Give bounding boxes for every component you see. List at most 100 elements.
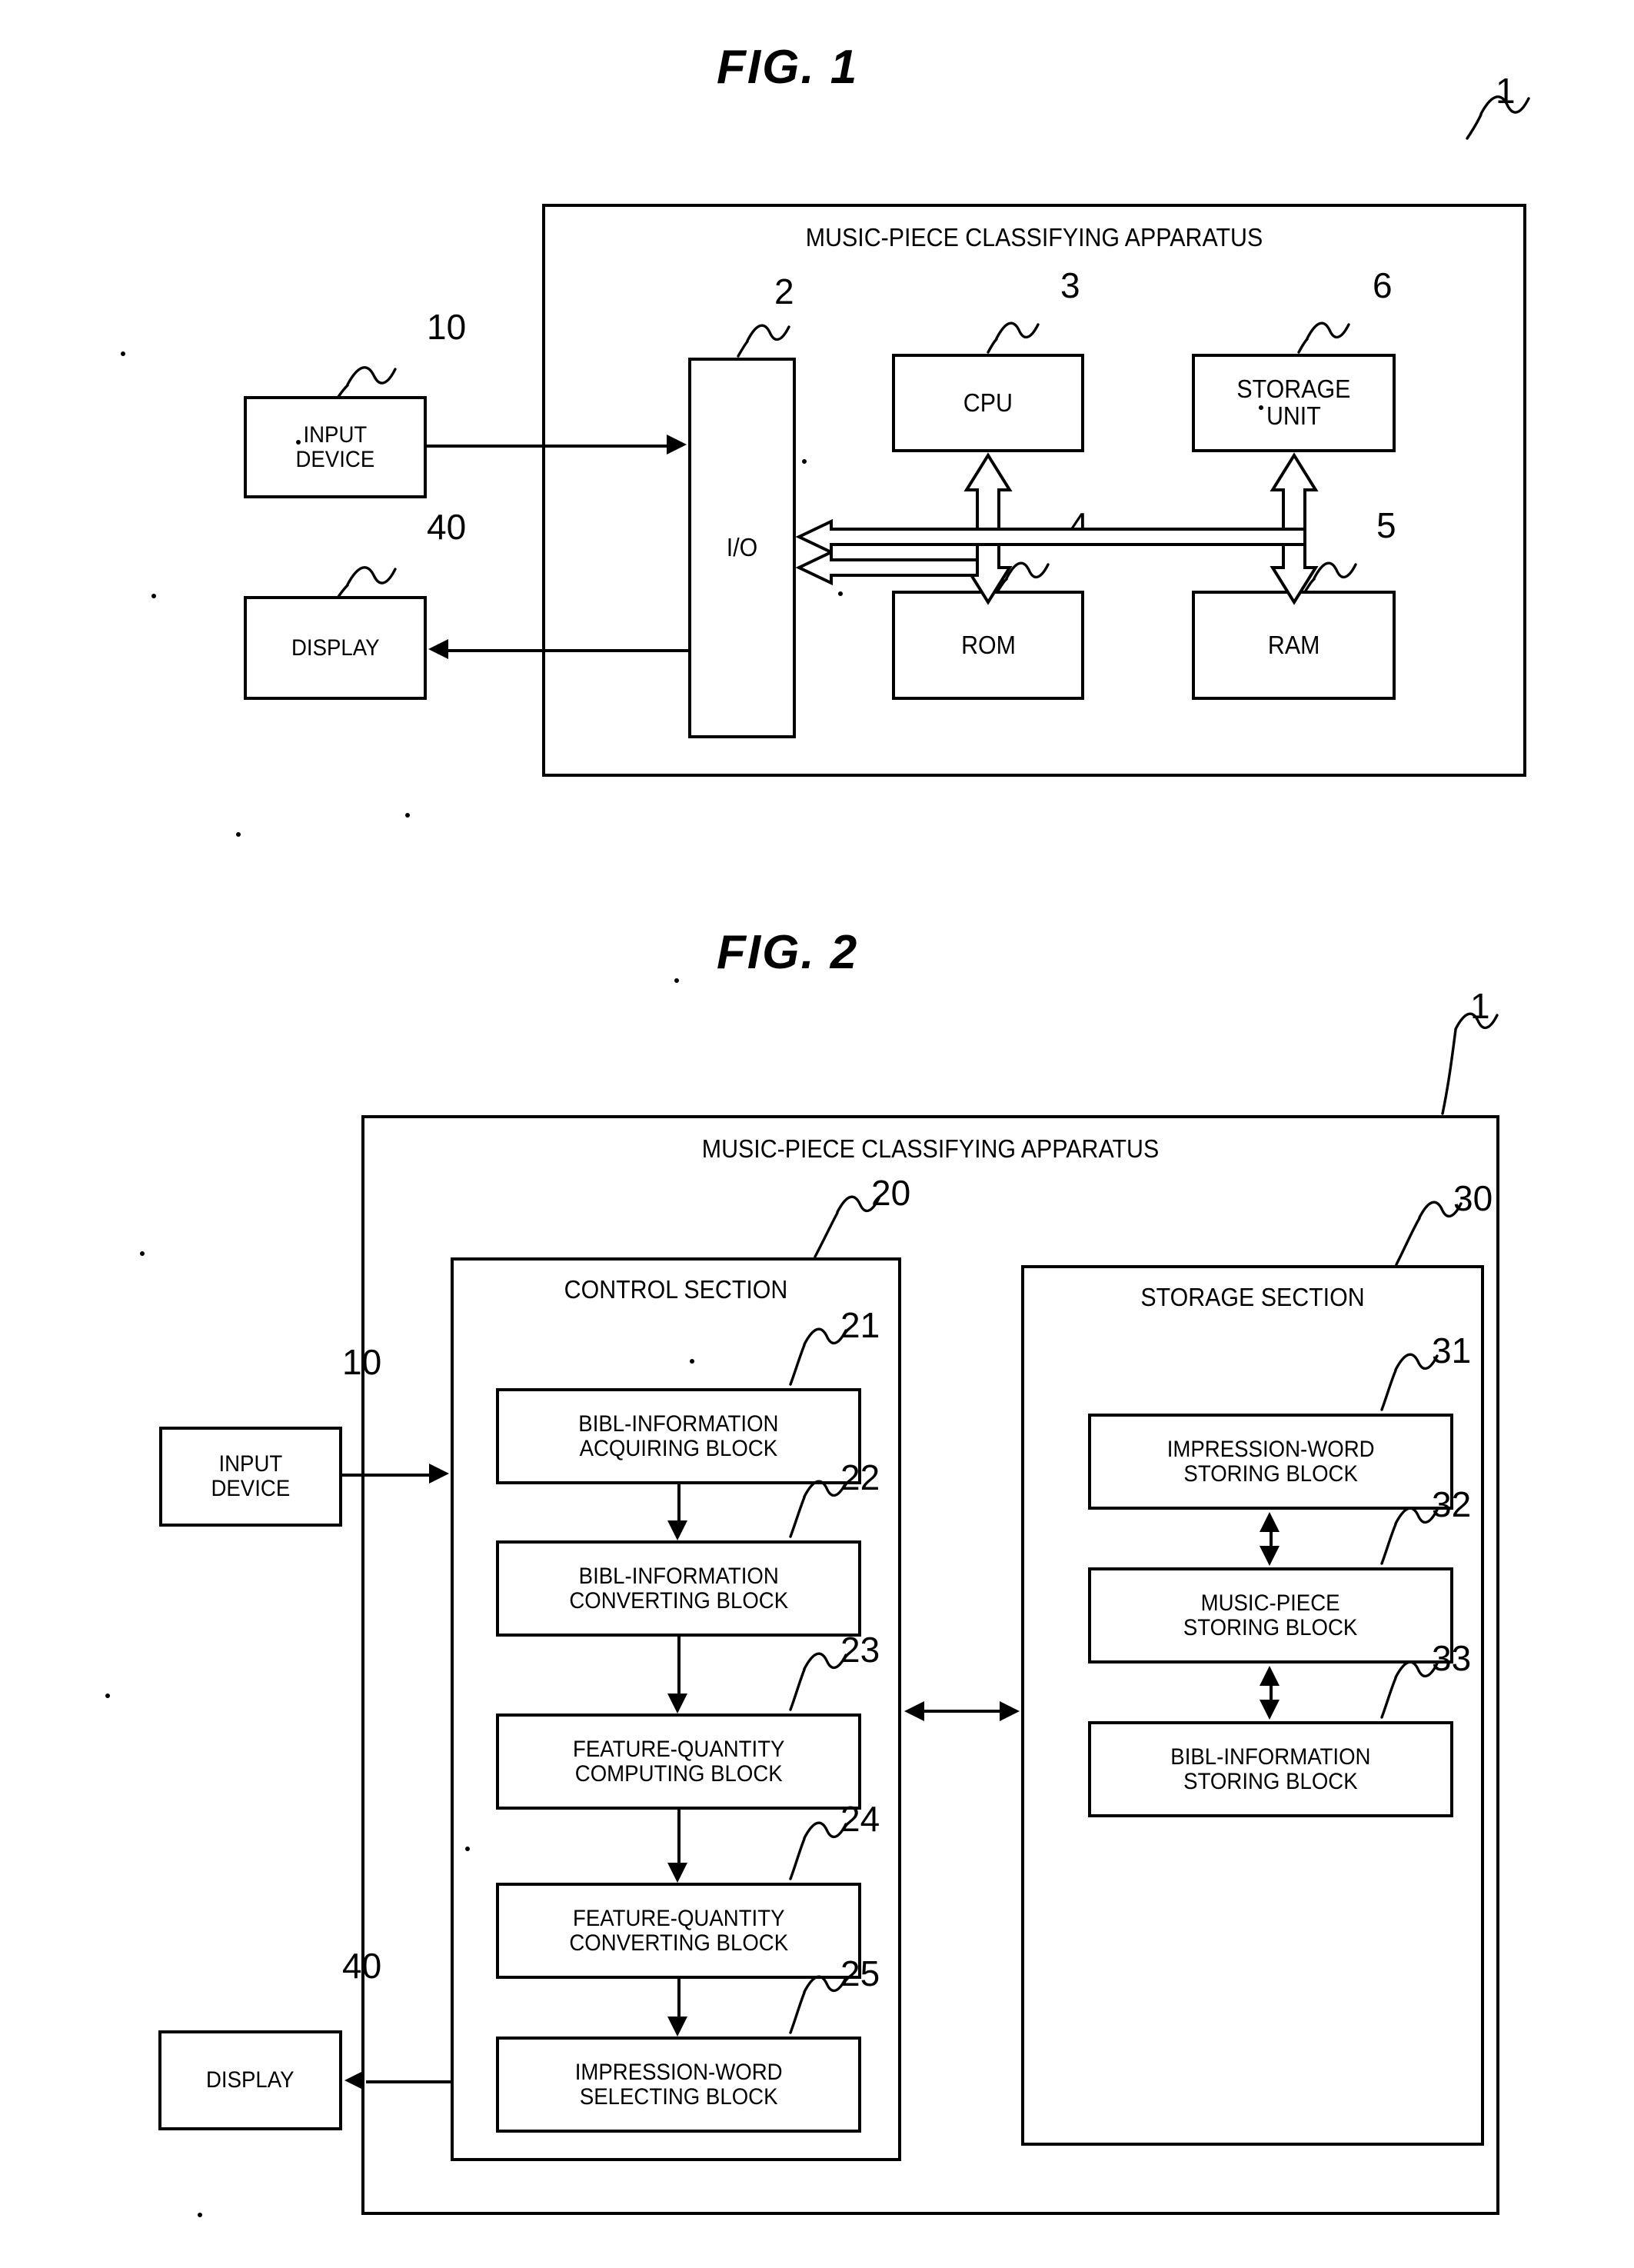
figure-2-section-link-line <box>923 1710 1004 1713</box>
figure-1-display-label: DISPLAY <box>291 634 380 661</box>
figure-1-rom-label: ROM <box>960 630 1016 659</box>
figure-1-io-ref: 2 <box>774 271 794 311</box>
figure-1-ram-label: RAM <box>1267 630 1320 659</box>
figure-2-bidi-arrow-33-down <box>1260 1700 1280 1720</box>
figure-1-rom-box: ROM <box>892 591 1084 700</box>
figure-2-flow-arrow-24-25 <box>667 2017 687 2037</box>
figure-2-block-22-label: BIBL-INFORMATION CONVERTING BLOCK <box>569 1563 788 1614</box>
figure-1-storage-unit-box: STORAGE UNIT <box>1192 354 1396 452</box>
figure-2-block-33-label: BIBL-INFORMATION STORING BLOCK <box>1170 1743 1371 1794</box>
figure-2-block-25: IMPRESSION-WORD SELECTING BLOCK <box>496 2037 861 2133</box>
figure-1-input-to-io-line <box>427 445 667 448</box>
ref-leader-f2-1-tail <box>1441 1028 1457 1115</box>
figure-1-input-to-io-arrow <box>667 435 687 455</box>
figure-2-flow-line-24-25 <box>677 1979 681 2017</box>
figure-1-cpu-ref: 3 <box>1060 265 1080 305</box>
figure-2-control-to-display-arrow <box>344 2070 364 2090</box>
figure-2-block-32-label: MUSIC-PIECE STORING BLOCK <box>1183 1590 1358 1640</box>
figure-2-display-ref: 40 <box>342 1946 382 1986</box>
figure-2-flow-line-23-24 <box>677 1810 681 1863</box>
figure-2-input-device-ref: 10 <box>342 1342 382 1382</box>
figure-2-storage-section-label: STORAGE SECTION <box>1140 1283 1365 1311</box>
figure-2-storage-section-box <box>1021 1265 1484 2146</box>
figure-2-block-32: MUSIC-PIECE STORING BLOCK <box>1088 1567 1453 1664</box>
figure-1-display-ref: 40 <box>427 507 467 547</box>
scan-speck <box>236 832 241 837</box>
figure-2-block-22-ref: 22 <box>840 1457 880 1497</box>
ref-leader-10 <box>346 366 397 386</box>
figure-2-block-24: FEATURE-QUANTITY CONVERTING BLOCK <box>496 1883 861 1979</box>
figure-1-input-device-box: INPUT DEVICE <box>244 396 427 498</box>
figure-2-title: FIG. 2 <box>717 926 859 979</box>
figure-1-io-box: I/O <box>688 358 796 738</box>
figure-2-flow-line-21-22 <box>677 1484 681 1520</box>
figure-2-input-device-label: INPUT DEVICE <box>211 1451 291 1501</box>
figure-2-block-24-label: FEATURE-QUANTITY CONVERTING BLOCK <box>569 1905 788 1956</box>
ref-leader-1-tail <box>1466 113 1483 140</box>
figure-2-bidi-arrow-32-down <box>1260 1546 1280 1566</box>
figure-1-storage-unit-ref: 6 <box>1373 265 1393 305</box>
figure-2-bidi-line-31-32 <box>1270 1529 1273 1547</box>
figure-2-input-to-control-line <box>342 1474 434 1477</box>
figure-1-cpu-label: CPU <box>963 388 1013 417</box>
ref-leader-40 <box>346 566 397 586</box>
figure-2-block-25-label: IMPRESSION-WORD SELECTING BLOCK <box>574 2059 783 2110</box>
figure-2-control-to-display-line <box>366 2080 454 2083</box>
figure-2-section-link-arrow-left <box>904 1701 924 1721</box>
figure-2-flow-arrow-22-23 <box>667 1694 687 1713</box>
figure-1-cpu-box: CPU <box>892 354 1084 452</box>
figure-2-storage-section-ref: 30 <box>1453 1178 1493 1218</box>
figure-2-section-link-arrow-right <box>1000 1701 1020 1721</box>
figure-2-block-32-ref: 32 <box>1432 1484 1472 1524</box>
figure-2-block-22: BIBL-INFORMATION CONVERTING BLOCK <box>496 1540 861 1637</box>
figure-2-flow-line-22-23 <box>677 1637 681 1694</box>
figure-2-input-device-box: INPUT DEVICE <box>159 1427 342 1527</box>
scan-speck <box>121 351 125 356</box>
figure-2-block-33: BIBL-INFORMATION STORING BLOCK <box>1088 1721 1453 1817</box>
scan-speck <box>105 1694 110 1698</box>
figure-1-input-device-ref: 10 <box>427 307 467 347</box>
figure-2-flow-arrow-21-22 <box>667 1520 687 1540</box>
figure-2-flow-arrow-23-24 <box>667 1863 687 1883</box>
scan-speck <box>140 1251 145 1256</box>
scan-speck <box>674 978 679 983</box>
figure-2-block-21: BIBL-INFORMATION ACQUIRING BLOCK <box>496 1388 861 1484</box>
figure-2-block-31-label: IMPRESSION-WORD STORING BLOCK <box>1166 1436 1375 1487</box>
figure-2-block-23-ref: 23 <box>840 1630 880 1670</box>
figure-1-io-to-display-arrow <box>428 639 448 659</box>
figure-1-display-box: DISPLAY <box>244 596 427 700</box>
figure-2-bidi-line-32-33 <box>1270 1683 1273 1700</box>
figure-2-control-section-label: CONTROL SECTION <box>564 1275 788 1304</box>
figure-2-block-21-ref: 21 <box>840 1305 880 1345</box>
figure-2-apparatus-label: MUSIC-PIECE CLASSIFYING APPARATUS <box>701 1134 1160 1163</box>
figure-2-block-33-ref: 33 <box>1432 1638 1472 1678</box>
patent-drawing-sheet: FIG. 1 MUSIC-PIECE CLASSIFYING APPARATUS… <box>0 0 1634 2268</box>
figure-2-block-31-ref: 31 <box>1432 1330 1472 1370</box>
figure-1-io-label: I/O <box>726 533 758 562</box>
figure-2-display-box: DISPLAY <box>158 2030 342 2130</box>
figure-1-title: FIG. 1 <box>717 41 859 94</box>
figure-1-ram-box: RAM <box>1192 591 1396 700</box>
figure-1-io-to-display-line <box>448 649 690 652</box>
figure-1-apparatus-ref: 1 <box>1496 71 1516 111</box>
figure-2-block-24-ref: 24 <box>840 1799 880 1839</box>
figure-2-block-31: IMPRESSION-WORD STORING BLOCK <box>1088 1414 1453 1510</box>
scan-speck <box>198 2213 202 2217</box>
figure-1-rom-ref: 4 <box>1069 505 1089 545</box>
scan-speck <box>151 594 156 598</box>
ref-leader-40-tail <box>337 584 349 598</box>
figure-1-apparatus-label: MUSIC-PIECE CLASSIFYING APPARATUS <box>805 223 1263 251</box>
figure-1-input-device-label: INPUT DEVICE <box>295 421 375 472</box>
figure-1-storage-unit-label: STORAGE UNIT <box>1236 375 1351 430</box>
figure-2-block-21-label: BIBL-INFORMATION ACQUIRING BLOCK <box>578 1410 779 1461</box>
figure-1-ram-ref: 5 <box>1376 505 1396 545</box>
figure-2-block-23: FEATURE-QUANTITY COMPUTING BLOCK <box>496 1713 861 1810</box>
figure-2-input-to-control-arrow <box>429 1464 449 1484</box>
figure-2-apparatus-ref: 1 <box>1470 986 1490 1026</box>
figure-2-block-25-ref: 25 <box>840 1953 880 1993</box>
figure-2-control-section-ref: 20 <box>871 1173 911 1213</box>
ref-leader-10-tail <box>337 384 349 398</box>
scan-speck <box>405 813 410 818</box>
figure-2-display-label: DISPLAY <box>206 2067 295 2093</box>
figure-2-block-23-label: FEATURE-QUANTITY COMPUTING BLOCK <box>572 1736 785 1787</box>
